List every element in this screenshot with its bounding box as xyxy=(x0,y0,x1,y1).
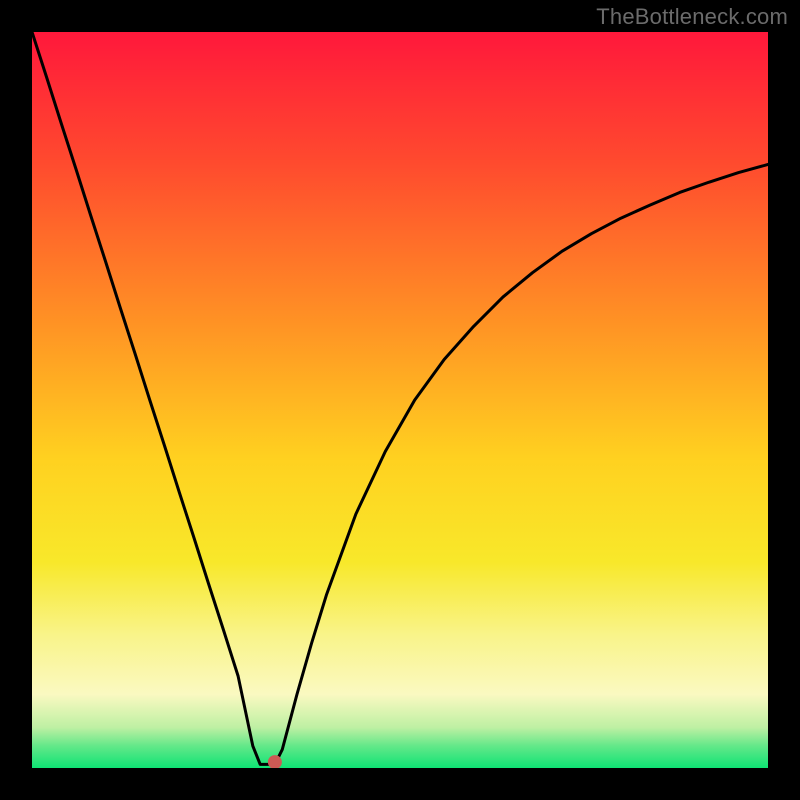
chart-frame: TheBottleneck.com xyxy=(0,0,800,800)
plot-area xyxy=(32,32,768,768)
watermark-text: TheBottleneck.com xyxy=(596,4,788,30)
chart-background xyxy=(32,32,768,768)
chart-svg xyxy=(32,32,768,768)
